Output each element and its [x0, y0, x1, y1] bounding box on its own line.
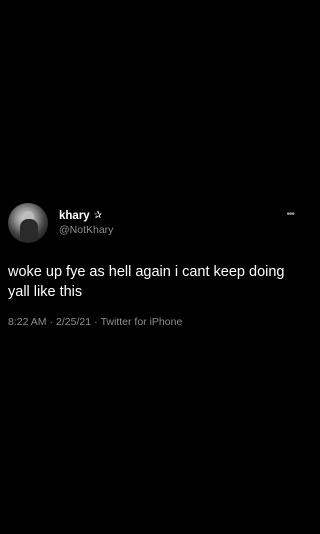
tweet-source[interactable]: Twitter for iPhone [101, 316, 183, 328]
tweet-header: khary ✰ @NotKhary ••• [8, 203, 295, 243]
tweet-card: khary ✰ @NotKhary ••• woke up fye as hel… [8, 203, 295, 328]
tweet-text: woke up fye as hell again i cant keep do… [8, 264, 285, 300]
star-icon: ✰ [93, 210, 103, 222]
avatar-body-shape [20, 219, 38, 241]
avatar[interactable] [8, 203, 48, 243]
author-info: khary ✰ @NotKhary [59, 209, 113, 237]
tweet-date[interactable]: 2/25/21 [56, 316, 91, 328]
display-name[interactable]: khary [59, 209, 90, 223]
user-handle[interactable]: @NotKhary [59, 224, 113, 237]
meta-separator: · [49, 316, 54, 328]
more-options-icon[interactable]: ••• [286, 209, 294, 220]
display-name-row: khary ✰ [59, 209, 113, 223]
tweet-time[interactable]: 8:22 AM [8, 316, 47, 328]
meta-separator: · [94, 316, 98, 328]
tweet-metadata: 8:22 AM · 2/25/21 · Twitter for iPhone [8, 316, 292, 328]
